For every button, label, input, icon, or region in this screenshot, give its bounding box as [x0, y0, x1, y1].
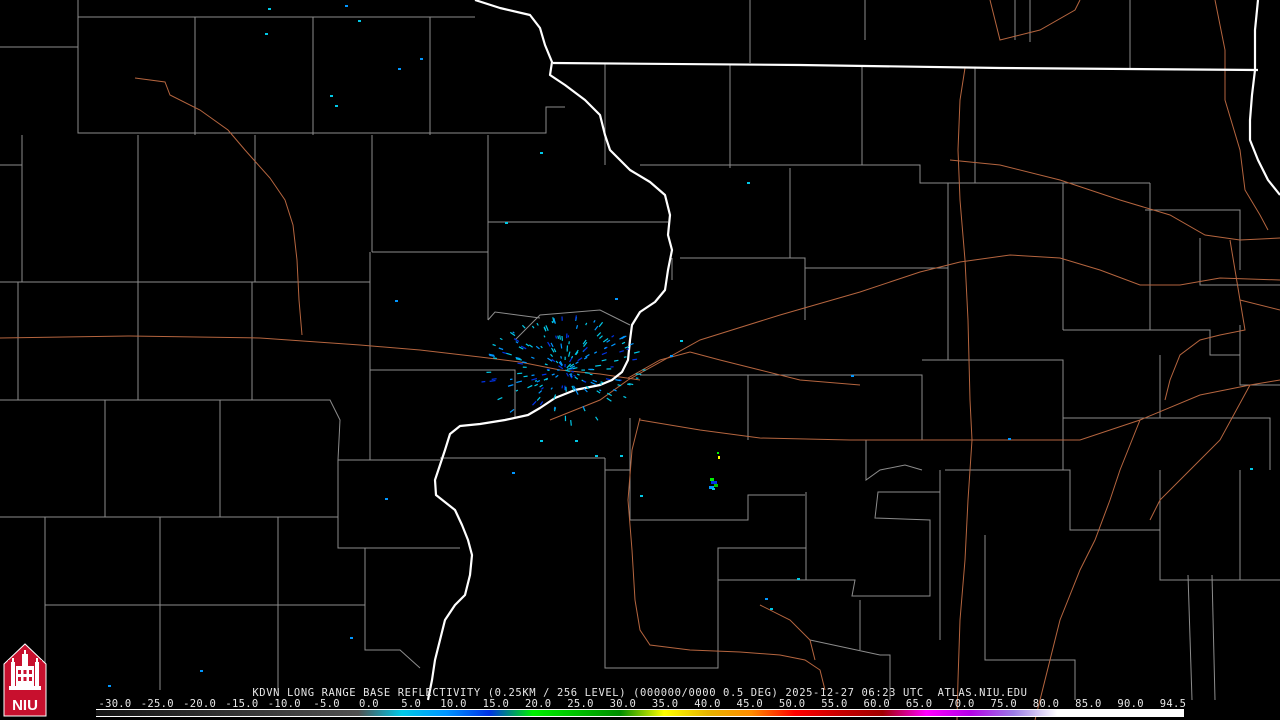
echo-speck: [600, 381, 604, 384]
echo-speck: [613, 359, 619, 362]
echo-speck: [640, 495, 643, 497]
echo-speck: [512, 472, 515, 474]
echo-speck: [620, 455, 623, 457]
echo-speck: [335, 105, 338, 107]
echo-speck: [540, 440, 543, 442]
echo-speck: [420, 58, 423, 60]
echo-speck: [491, 378, 497, 380]
echo-speck: [570, 420, 572, 426]
echo-speck: [765, 598, 768, 600]
color-bar-fill: [96, 710, 1184, 716]
echo-speck: [1008, 438, 1011, 440]
echo-speck: [626, 348, 630, 351]
echo-speck: [350, 637, 353, 639]
echo-speck: [515, 389, 519, 392]
echo-speck: [544, 363, 548, 366]
echo-speck: [200, 670, 203, 672]
echo-speck: [1250, 468, 1253, 470]
echo-speck: [523, 375, 528, 378]
echo-speck: [531, 374, 535, 377]
echo-speck: [559, 335, 561, 340]
echo-speck: [851, 375, 854, 377]
echo-speck: [551, 320, 554, 324]
echo-speck: [561, 385, 564, 389]
echo-speck: [358, 20, 361, 22]
echo-speck: [268, 8, 271, 10]
echo-speck: [797, 578, 800, 580]
echo-speck: [626, 383, 631, 386]
reflectivity-color-bar: [96, 709, 1184, 717]
echo-speck: [555, 335, 558, 339]
echo-speck: [385, 498, 388, 500]
echo-speck: [595, 364, 602, 367]
radar-map: NIU: [0, 0, 1280, 720]
echo-speck: [595, 455, 598, 457]
echo-speck: [534, 380, 538, 382]
echo-speck: [395, 300, 398, 302]
echo-speck: [632, 358, 638, 361]
echo-speck: [575, 440, 578, 442]
map-background: [0, 0, 1280, 720]
echo-speck: [577, 373, 580, 376]
echo-speck: [747, 182, 750, 184]
echo-speck: [571, 370, 574, 373]
echo-speck: [770, 608, 773, 610]
echo-speck: [398, 68, 401, 70]
echo-speck: [599, 382, 602, 385]
echo-speck: [517, 362, 523, 365]
echo-speck: [522, 361, 527, 364]
echo-speck: [615, 298, 618, 300]
echo-speck: [584, 372, 590, 374]
echo-speck: [560, 356, 563, 359]
echo-speck: [481, 380, 486, 383]
echo-speck: [680, 340, 683, 342]
echo-speck: [553, 406, 556, 410]
echo-speck: [493, 357, 497, 360]
echo-speck: [540, 152, 543, 154]
echo-speck: [560, 343, 563, 349]
echo-speck: [574, 367, 578, 369]
echo-speck: [265, 33, 268, 35]
echo-speck: [670, 355, 673, 357]
echo-speck: [623, 356, 627, 358]
echo-speck: [330, 95, 333, 97]
echo-speck: [557, 335, 560, 340]
echo-speck: [505, 222, 508, 224]
echo-speck: [345, 5, 348, 7]
